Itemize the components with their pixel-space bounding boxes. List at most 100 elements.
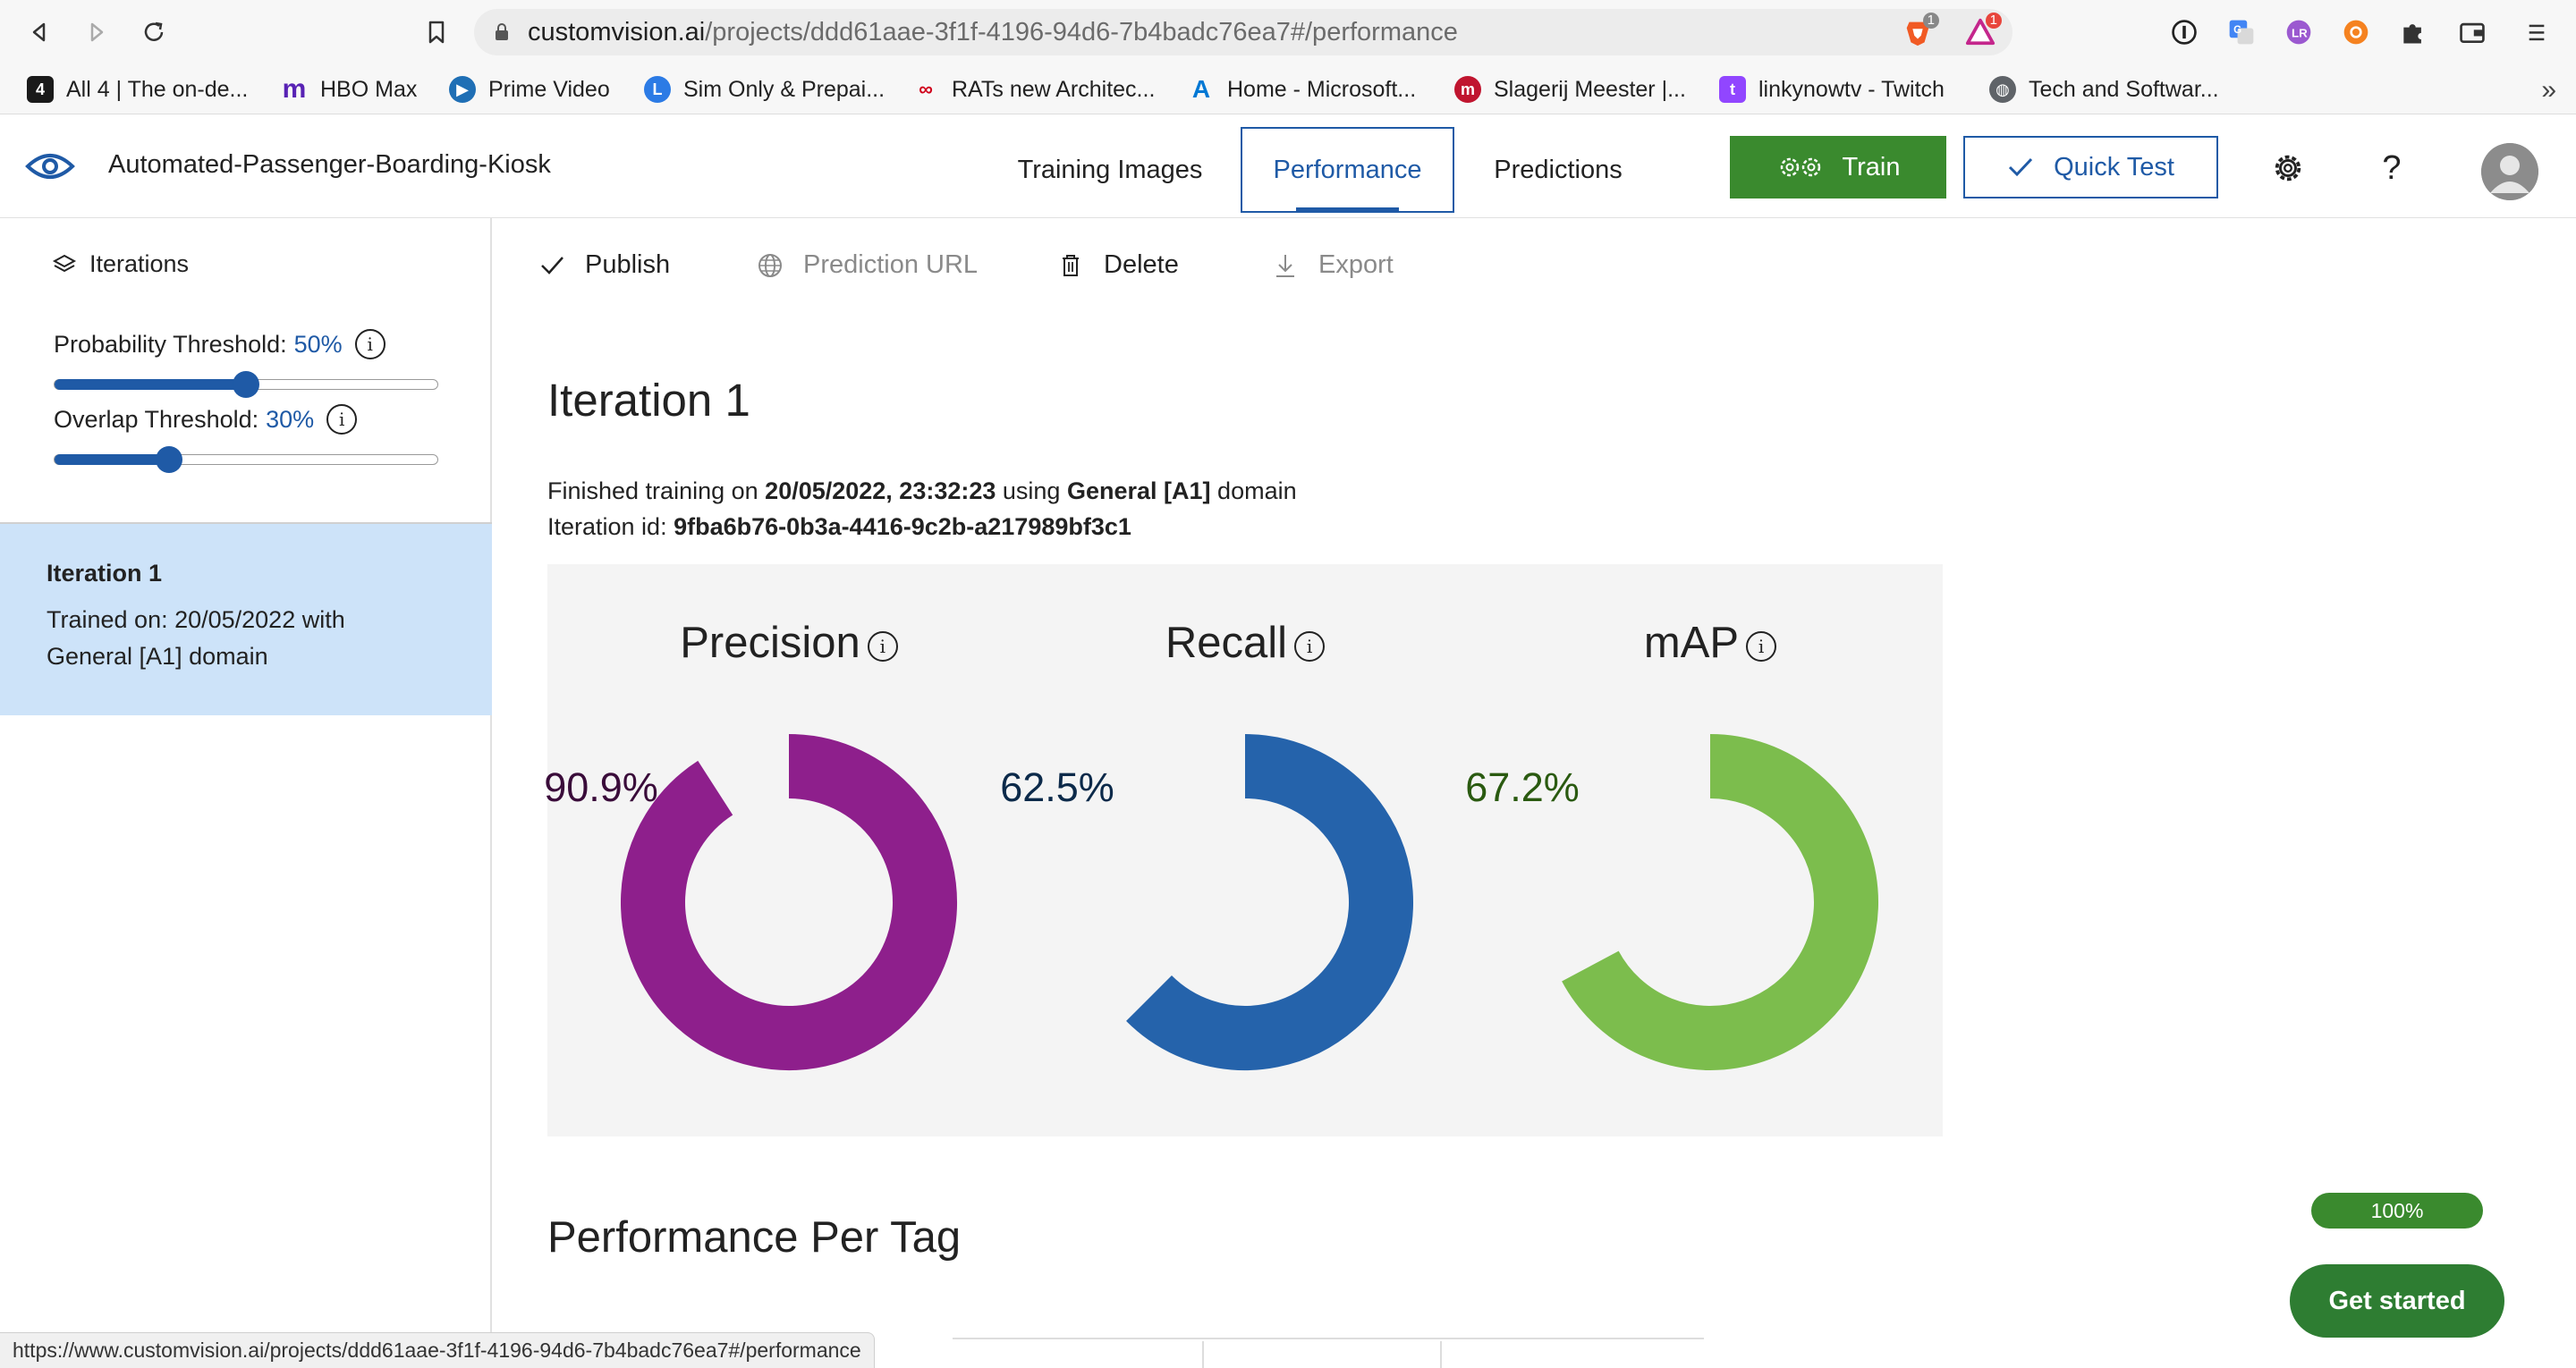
url-host: customvision.ai [528,17,706,46]
reload-button[interactable] [134,13,174,52]
custom-vision-eye-icon[interactable] [25,150,75,182]
iteration-item-description: Trained on: 20/05/2022 with General [A1]… [47,606,345,670]
publish-label: Publish [585,250,671,279]
layers-icon [52,254,77,272]
precision-value: 90.9% [544,764,658,810]
tag-table-divider [1440,1341,1442,1368]
export-button[interactable]: Export [1272,250,1394,280]
prediction-url-label: Prediction URL [803,250,979,279]
probability-slider-thumb[interactable] [233,371,259,398]
overlap-slider[interactable] [54,446,438,473]
iteration-list-item[interactable]: Iteration 1 Trained on: 20/05/2022 with … [0,524,492,715]
overlap-value: 30% [266,405,315,433]
bookmark-page-button[interactable] [417,13,456,52]
bookmark-twitch[interactable]: t linkynowtv - Twitch [1719,73,1945,106]
purple-circle-icon: LR [2286,20,2311,45]
bookmark-label: HBO Max [320,76,418,102]
bookmark-rats[interactable]: ∞ RATs new Architec... [912,73,1155,106]
bookmark-label: linkynowtv - Twitch [1758,76,1945,102]
map-info-icon[interactable]: i [1746,631,1777,662]
lyca-icon: L [644,76,671,103]
password-manager-icon [2172,20,2197,45]
quick-test-label: Quick Test [2054,152,2174,182]
iteration-id-info: Iteration id: 9fba6b76-0b3a-4416-9c2b-a2… [547,513,1131,541]
map-metric: mAP i 67.2% [1465,618,1898,1101]
bookmark-primevideo[interactable]: ▶ Prime Video [449,73,610,106]
back-icon [32,22,46,42]
tab-predictions[interactable]: Predictions [1483,127,1633,213]
train-label: Train [1842,152,1901,182]
hamburger-icon [2529,24,2545,41]
iterations-sidebar: Iterations Probability Threshold: 50% i … [0,218,492,1368]
bookmark-label: All 4 | The on-de... [66,76,249,102]
probability-label-text: Probability Threshold: [54,330,287,358]
puzzle-icon [2403,24,2421,44]
settings-button[interactable] [2270,150,2306,186]
bookmark-label: Home - Microsoft... [1227,76,1417,102]
map-value: 67.2% [1465,764,1580,810]
iterations-header[interactable]: Iterations [52,250,189,278]
extensions-button[interactable] [2397,16,2429,48]
help-button[interactable]: ? [2374,149,2410,187]
download-icon [1276,254,1294,277]
train-button[interactable]: Train [1730,136,1946,198]
more-bookmarks-chevron-icon[interactable]: » [2541,75,2556,106]
iteration-item-title: Iteration 1 [47,560,163,587]
bookmark-tech[interactable]: ◍ Tech and Softwar... [1989,73,2219,106]
gear-icon [2275,155,2301,182]
overlap-info-icon[interactable]: i [326,404,358,435]
tab-training-images[interactable]: Training Images [1005,127,1215,213]
bookmark-sim[interactable]: L Sim Only & Prepai... [644,73,885,106]
bookmark-label: Sim Only & Prepai... [683,76,886,102]
delete-label: Delete [1104,250,1179,279]
iteration-id-label: Iteration id: [547,513,667,540]
back-button[interactable] [20,13,59,52]
forward-button[interactable] [77,13,116,52]
address-bar[interactable]: customvision.ai/projects/ddd61aae-3f1f-4… [474,9,2012,55]
bookmark-hbomax[interactable]: m HBO Max [281,73,418,106]
metrics-panel: Precision i 90.9% Recall i 62.5% mAP i 6… [544,564,1943,1136]
globe-icon [758,253,782,277]
probability-info-icon[interactable]: i [354,329,386,359]
bookmark-microsoft[interactable]: A Home - Microsoft... [1188,73,1416,106]
bookmark-slagerij[interactable]: m Slagerij Meester |... [1454,73,1686,106]
export-label: Export [1318,250,1394,279]
primevideo-icon: ▶ [449,76,476,103]
overlap-threshold-label: Overlap Threshold: 30% i [54,404,358,435]
svg-text:LR: LR [2292,26,2308,39]
ext-orange[interactable] [2340,16,2372,48]
ext-1password[interactable] [2168,16,2200,48]
bookmark-icon [428,21,445,44]
bookmark-all4[interactable]: 4 All 4 | The on-de... [27,73,248,106]
ext-purple[interactable]: LR [2283,16,2315,48]
menu-button[interactable] [2521,16,2553,48]
trained-using: using [1002,477,1061,504]
brave-rewards-button[interactable]: 1 [1964,13,2002,48]
avatar[interactable] [2481,143,2538,200]
probability-slider[interactable] [54,371,438,398]
tag-table-divider [1202,1341,1204,1368]
tab-performance[interactable]: Performance [1241,127,1454,213]
wallet-button[interactable] [2456,16,2488,48]
get-started-button[interactable]: Get started [2290,1264,2504,1338]
recall-info-icon[interactable]: i [1294,631,1326,662]
overlap-slider-fill [55,454,170,465]
user-icon [2481,143,2538,200]
publish-button[interactable]: Publish [538,250,670,280]
bookmark-label: Slagerij Meester |... [1494,76,1686,102]
brave-shields-button[interactable]: 1 [1902,13,1939,48]
delete-button[interactable]: Delete [1057,250,1179,280]
project-name: Automated-Passenger-Boarding-Kiosk [108,150,551,179]
ext-translate[interactable]: G [2225,16,2258,48]
checkmark-icon [2009,157,2033,177]
iteration-title: Iteration 1 [547,375,750,426]
reload-icon [144,21,164,41]
quick-test-button[interactable]: Quick Test [1963,136,2218,198]
brave-badge: 1 [1922,13,1939,29]
bookmark-label: Tech and Softwar... [2029,76,2219,102]
globe-icon: ◍ [1989,76,2016,103]
prediction-url-button[interactable]: Prediction URL [757,250,978,280]
trash-icon [1063,254,1079,276]
rats-icon: ∞ [919,78,933,100]
overlap-slider-thumb[interactable] [156,446,183,473]
